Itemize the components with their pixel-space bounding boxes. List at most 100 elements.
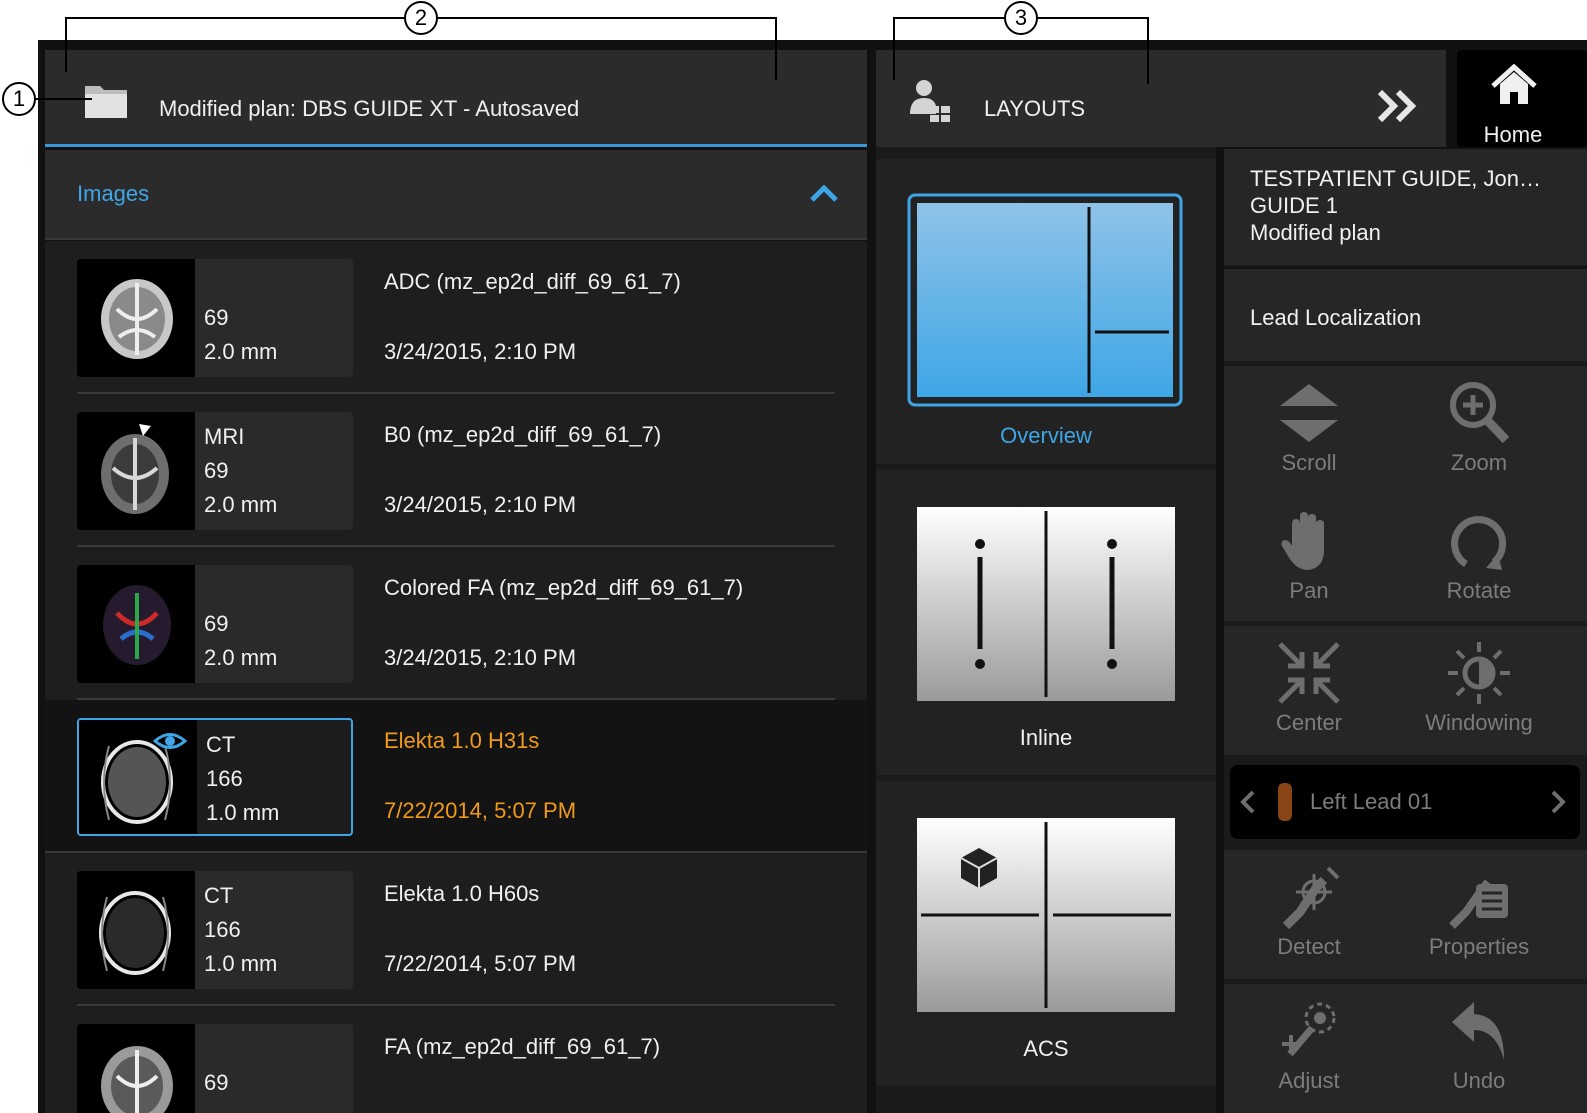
undo-button[interactable]: Undo [1394, 998, 1564, 1094]
plan-header[interactable]: Modified plan: DBS GUIDE XT - Autosaved [45, 50, 867, 147]
zoom-icon [1450, 382, 1510, 444]
properties-icon [1449, 879, 1508, 929]
scroll-label: Scroll [1281, 450, 1337, 475]
windowing-button[interactable]: Windowing [1394, 640, 1564, 736]
brain-scan-thumbnail [77, 1024, 195, 1113]
home-button[interactable]: Home [1457, 50, 1587, 147]
patient-plan: Modified plan [1250, 220, 1381, 245]
double-chevron-right-icon[interactable] [1376, 88, 1422, 124]
layout-item-inline[interactable]: Inline [876, 470, 1216, 778]
rotate-label: Rotate [1446, 578, 1512, 603]
app-window: Modified plan: DBS GUIDE XT - Autosaved … [38, 40, 1587, 1113]
images-section-header[interactable]: Images [45, 150, 867, 240]
workflow-step[interactable]: Lead Localization [1224, 267, 1587, 361]
image-row-selected[interactable]: CT 166 1.0 mm Elekta 1.0 H31s 7/22/2014,… [45, 700, 867, 853]
patient-id: GUIDE 1 [1250, 193, 1339, 218]
layouts-list: Overview Inline ACS [876, 147, 1216, 1113]
image-slices: 69 [204, 305, 229, 330]
windowing-label: Windowing [1425, 710, 1533, 735]
image-name: Elekta 1.0 H31s [384, 728, 540, 753]
layout-label: Inline [1019, 725, 1073, 750]
image-row[interactable]: 69 2.0 mm Colored FA (mz_ep2d_diff_69_61… [45, 547, 867, 700]
chevron-right-icon[interactable] [1550, 789, 1566, 815]
image-date: 7/22/2014, 5:07 PM [384, 951, 577, 976]
layout-label: ACS [1023, 1036, 1069, 1061]
properties-label: Properties [1428, 934, 1530, 959]
home-icon [1491, 64, 1537, 104]
image-name: Elekta 1.0 H60s [384, 881, 540, 906]
home-label: Home [1483, 122, 1543, 147]
detect-label: Detect [1277, 934, 1341, 959]
chevron-left-icon[interactable] [1240, 789, 1256, 815]
image-slices: 69 [204, 1070, 229, 1095]
brain-scan-thumbnail [77, 259, 195, 377]
image-thickness: 1.0 mm [204, 951, 278, 976]
image-thickness: 2.0 mm [204, 645, 278, 670]
overview-layout-icon [907, 193, 1183, 407]
callout-2: 2 [404, 1, 438, 35]
image-name: Colored FA (mz_ep2d_diff_69_61_7) [384, 575, 744, 600]
thumbnail-meta: CT 166 1.0 mm [204, 879, 277, 981]
properties-button[interactable]: Properties [1394, 864, 1564, 960]
thumbnail-meta: CT 166 1.0 mm [206, 728, 279, 830]
image-thumbnail-card[interactable]: CT 166 1.0 mm [77, 718, 353, 836]
detect-button[interactable]: Detect [1224, 864, 1394, 960]
image-thickness: 2.0 mm [204, 492, 278, 517]
workflow-step-label: Lead Localization [1250, 305, 1422, 330]
image-modality: CT [204, 883, 234, 908]
images-label: Images [77, 181, 150, 206]
adjust-button[interactable]: Adjust [1224, 998, 1394, 1094]
image-row[interactable]: MRI 69 2.0 mm B0 (mz_ep2d_diff_69_61_7) … [45, 394, 867, 547]
layout-item-acs[interactable]: ACS [876, 781, 1216, 1089]
folder-icon[interactable] [83, 80, 129, 120]
image-thumbnail-card[interactable]: 69 2.0 mm [77, 565, 353, 683]
pan-label: Pan [1289, 578, 1329, 603]
colored-fa-thumbnail [77, 565, 195, 683]
image-thumbnail-card[interactable]: CT 166 1.0 mm [77, 871, 353, 989]
undo-label: Undo [1452, 1068, 1506, 1093]
rotate-icon [1451, 516, 1507, 570]
lead-label: Left Lead 01 [1310, 789, 1433, 814]
image-thumbnail-card[interactable]: 69 [77, 1024, 353, 1113]
adjust-icon [1282, 1002, 1336, 1057]
image-slices: 166 [206, 766, 243, 791]
center-label: Center [1275, 710, 1343, 735]
brightness-icon [1448, 642, 1510, 704]
right-panel: TESTPATIENT GUIDE, Jon… GUIDE 1 Modified… [1224, 147, 1587, 1113]
thumbnail-meta: 69 2.0 mm [204, 267, 277, 369]
layouts-header[interactable]: LAYOUTS [876, 50, 1446, 147]
zoom-button[interactable]: Zoom [1394, 380, 1564, 476]
image-row[interactable]: 69 FA (mz_ep2d_diff_69_61_7) [45, 1006, 867, 1113]
image-slices: 166 [204, 917, 241, 942]
layouts-title: LAYOUTS [984, 96, 1086, 121]
acs-layout-icon [917, 818, 1175, 1012]
brain-scan-thumbnail [77, 412, 195, 530]
image-thumbnail-card[interactable]: MRI 69 2.0 mm [77, 412, 353, 530]
image-thumbnail-card[interactable]: 69 2.0 mm [77, 259, 353, 377]
lead-selector[interactable]: Left Lead 01 [1230, 765, 1580, 839]
thumbnail-meta: MRI 69 2.0 mm [204, 420, 277, 522]
image-modality: CT [206, 732, 236, 757]
scroll-button[interactable]: Scroll [1224, 380, 1394, 476]
image-date: 3/24/2015, 2:10 PM [384, 492, 577, 517]
image-name: B0 (mz_ep2d_diff_69_61_7) [384, 422, 662, 447]
patient-info: TESTPATIENT GUIDE, Jon… GUIDE 1 Modified… [1224, 147, 1587, 265]
chevron-up-icon[interactable] [809, 182, 839, 204]
thumbnail-meta: 69 2.0 mm [204, 573, 277, 675]
image-date: 3/24/2015, 2:10 PM [384, 645, 577, 670]
pan-button[interactable]: Pan [1224, 508, 1394, 604]
user-layout-icon [910, 80, 950, 122]
image-row[interactable]: 69 2.0 mm ADC (mz_ep2d_diff_69_61_7) 3/2… [45, 241, 867, 394]
scroll-icon [1280, 384, 1338, 442]
image-modality [204, 1032, 228, 1066]
lead-tools-group: Detect Properties [1224, 847, 1587, 979]
adjust-label: Adjust [1278, 1068, 1340, 1093]
image-row[interactable]: CT 166 1.0 mm Elekta 1.0 H60s 7/22/2014,… [45, 853, 867, 1006]
edit-tools-group: Adjust Undo [1224, 981, 1587, 1113]
eye-icon [153, 733, 187, 749]
center-button[interactable]: Center [1224, 640, 1394, 736]
rotate-button[interactable]: Rotate [1394, 508, 1564, 604]
layout-item-overview[interactable]: Overview [876, 159, 1216, 467]
image-thickness: 2.0 mm [204, 339, 278, 364]
center-icon [1278, 642, 1340, 704]
